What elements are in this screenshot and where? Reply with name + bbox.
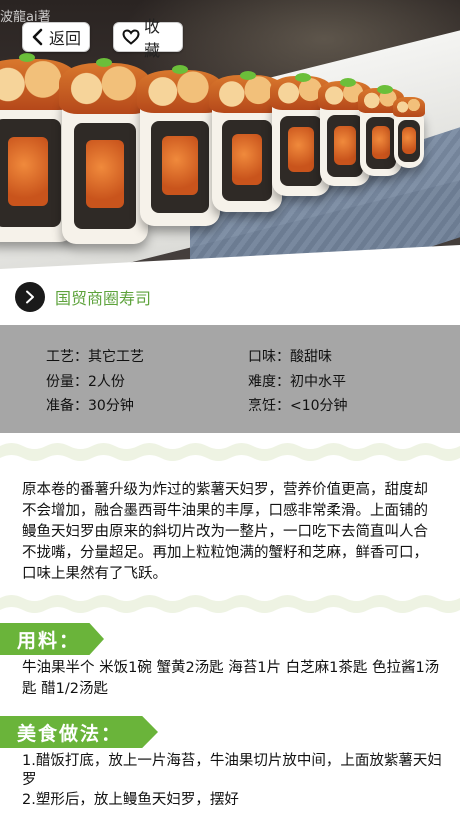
back-label: 返回 bbox=[49, 29, 82, 48]
info-taste: 口味酸甜味 bbox=[248, 346, 332, 366]
method-step: 2.塑形后，放上鳗鱼天妇罗，摆好 bbox=[22, 792, 239, 808]
info-portion: 份量2人份 bbox=[46, 371, 125, 391]
heart-icon bbox=[122, 29, 140, 45]
recipe-info-panel: 工艺其它工艺 口味酸甜味 份量2人份 难度初中水平 准备30分钟 烹饪<10分钟 bbox=[0, 325, 460, 433]
info-prep-time: 准备30分钟 bbox=[46, 395, 134, 415]
favorite-label: 收藏 bbox=[144, 17, 161, 60]
method-step: 1.醋饭打底，放上一片海苔，牛油果切片放中间，上面放紫薯天妇罗 bbox=[22, 753, 442, 788]
info-craft: 工艺其它工艺 bbox=[46, 346, 144, 366]
favorite-button[interactable]: 收藏 bbox=[113, 17, 183, 60]
method-heading: 美食做法： bbox=[0, 716, 158, 748]
recipe-title-row: 国贸商圈寿司 bbox=[15, 282, 151, 312]
sushi-roll bbox=[58, 57, 152, 244]
chevron-left-icon bbox=[32, 28, 43, 46]
info-difficulty: 难度初中水平 bbox=[248, 371, 346, 391]
recipe-description: 原本卷的番薯升级为炸过的紫薯天妇罗，营养价值更高，甜度却不会增加，融合墨西哥牛油… bbox=[22, 482, 428, 582]
sushi-roll bbox=[392, 97, 426, 168]
sushi-roll bbox=[136, 64, 224, 226]
info-cook-time: 烹饪<10分钟 bbox=[248, 395, 348, 415]
wave-divider bbox=[0, 595, 460, 613]
arrow-circle-icon bbox=[15, 282, 45, 312]
back-button[interactable]: 返回 bbox=[22, 22, 90, 52]
recipe-title: 国贸商圈寿司 bbox=[55, 289, 152, 308]
wave-divider bbox=[0, 443, 460, 461]
ingredients-list: 牛油果半个 米饭1碗 蟹黄2汤匙 海苔1片 白芝麻1茶匙 色拉酱1汤匙 醋1/2… bbox=[22, 660, 440, 697]
method-steps: 1.醋饭打底，放上一片海苔，牛油果切片放中间，上面放紫薯天妇罗 2.塑形后，放上… bbox=[22, 752, 442, 811]
ingredients-heading: 用料： bbox=[0, 623, 104, 655]
